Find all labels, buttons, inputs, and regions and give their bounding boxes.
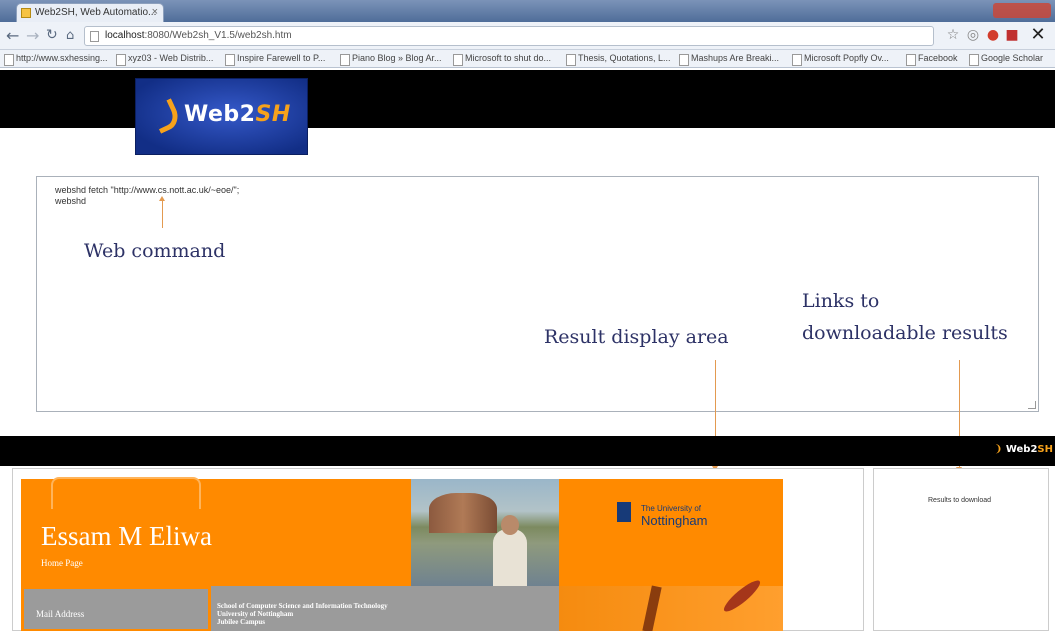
browser-tab[interactable]: Web2SH, Web Automatio... × bbox=[16, 3, 164, 22]
bookmark-item[interactable]: Piano Blog » Blog Ar... bbox=[340, 53, 442, 66]
screenshot: Web2SH, Web Automatio... × ← → ↻ ⌂ local… bbox=[0, 0, 1055, 631]
browser-toolbar: ← → ↻ ⌂ localhost:8080/Web2sh_V1.5/web2s… bbox=[0, 22, 1055, 50]
annotation-result-display: Result display area bbox=[544, 326, 729, 348]
home-page-link[interactable]: Home Page bbox=[41, 558, 83, 568]
download-links-pane: Results to download bbox=[873, 468, 1049, 631]
bookmark-item[interactable]: http://www.sxhessing... bbox=[4, 53, 108, 66]
window-close-button[interactable] bbox=[993, 3, 1051, 18]
command-textarea[interactable]: webshd fetch "http://www.cs.nott.ac.uk/~… bbox=[36, 176, 1039, 412]
school-address-text: School of Computer Science and Informati… bbox=[217, 602, 388, 626]
flower-image bbox=[559, 576, 783, 631]
address-bar[interactable]: localhost:8080/Web2sh_V1.5/web2sh.htm bbox=[84, 26, 934, 46]
annotation-web-command: Web command bbox=[84, 240, 226, 262]
results-to-download-link[interactable]: Results to download bbox=[928, 497, 991, 504]
university-crest-icon bbox=[617, 502, 631, 522]
extension-icon[interactable]: ◎ bbox=[965, 27, 981, 43]
mail-address-label: Mail Address bbox=[36, 609, 85, 619]
logo-swoosh-icon bbox=[149, 98, 183, 134]
close-x-icon[interactable]: ✕ bbox=[1030, 26, 1046, 44]
page-favicon-icon bbox=[21, 8, 31, 18]
page-icon bbox=[90, 31, 99, 42]
annotation-arrowhead bbox=[159, 196, 165, 201]
bookmark-item[interactable]: Facebook bbox=[906, 53, 958, 66]
forward-arrow-icon[interactable]: → bbox=[26, 26, 39, 45]
resize-handle[interactable] bbox=[1028, 401, 1036, 409]
annotation-links-line1: Links to bbox=[802, 290, 880, 312]
extension-red-icon[interactable]: ● bbox=[985, 27, 1001, 43]
command-text: webshd fetch "http://www.cs.nott.ac.uk/~… bbox=[55, 185, 240, 206]
footer-logo-swoosh-icon: ❩ bbox=[993, 444, 1003, 455]
bookmark-item[interactable]: Microsoft to shut do... bbox=[453, 53, 551, 66]
building-image bbox=[429, 493, 497, 533]
url-host: localhost bbox=[105, 30, 145, 41]
logo-text: Web2SH bbox=[184, 102, 291, 127]
person-image bbox=[493, 529, 527, 586]
bookmark-item[interactable]: Thesis, Quotations, L... bbox=[566, 53, 671, 66]
homepage-banner: Essam M Eliwa Home Page bbox=[21, 477, 411, 586]
bookmark-item[interactable]: Inspire Farewell to P... bbox=[225, 53, 325, 66]
mail-address-box: Mail Address bbox=[21, 586, 211, 631]
person-head-image bbox=[501, 515, 519, 535]
bookmarks-bar: http://www.sxhessing... xyz03 - Web Dist… bbox=[0, 50, 1055, 68]
browser-tabstrip: Web2SH, Web Automatio... × bbox=[0, 0, 1055, 22]
banner-decoration bbox=[51, 477, 201, 509]
page-footer-bar bbox=[0, 436, 1055, 466]
home-icon[interactable]: ⌂ bbox=[66, 28, 74, 43]
bookmark-item[interactable]: xyz03 - Web Distrib... bbox=[116, 53, 213, 66]
annotation-links-line2: downloadable results bbox=[802, 322, 1008, 344]
bookmark-item[interactable]: Microsoft Popfly Ov... bbox=[792, 53, 889, 66]
university-name: The University of Nottingham bbox=[641, 504, 708, 528]
university-banner: The University of Nottingham bbox=[559, 479, 783, 586]
flower-stem-shape bbox=[642, 585, 662, 631]
bookmark-item[interactable]: Google Scholar bbox=[969, 53, 1043, 66]
annotation-arrow bbox=[162, 200, 163, 228]
web2sh-logo: Web2SH bbox=[135, 78, 308, 155]
close-tab-icon[interactable]: × bbox=[152, 6, 158, 18]
back-arrow-icon[interactable]: ← bbox=[6, 26, 19, 45]
extension-box-icon[interactable]: ■ bbox=[1004, 27, 1020, 43]
school-address-box: School of Computer Science and Informati… bbox=[211, 586, 559, 631]
campus-photo bbox=[411, 479, 559, 586]
reload-icon[interactable]: ↻ bbox=[46, 27, 58, 43]
result-display-frame[interactable]: Essam M Eliwa Home Page The University o… bbox=[12, 468, 864, 631]
url-path: :8080/Web2sh_V1.5/web2sh.htm bbox=[144, 30, 292, 41]
bookmark-item[interactable]: Mashups Are Breaki... bbox=[679, 53, 779, 66]
homepage-name: Essam M Eliwa bbox=[41, 521, 212, 551]
star-icon[interactable]: ☆ bbox=[945, 27, 961, 43]
tab-title: Web2SH, Web Automatio... bbox=[35, 7, 157, 18]
footer-logo: ❩ Web2SH bbox=[993, 444, 1053, 455]
